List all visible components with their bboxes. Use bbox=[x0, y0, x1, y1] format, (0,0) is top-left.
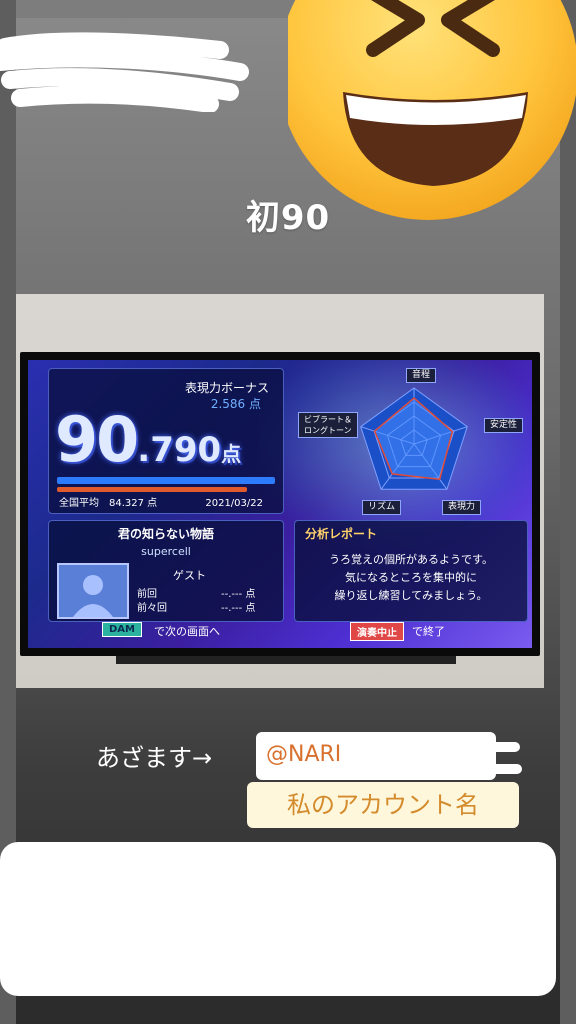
score-decimal: .790 bbox=[137, 430, 222, 470]
score-bar bbox=[57, 477, 275, 484]
thanks-text: あざます→ bbox=[96, 744, 213, 772]
redaction-block-bottom bbox=[0, 842, 556, 996]
stop-button: 演奏中止 bbox=[350, 622, 404, 641]
analysis-report-panel: 分析レポート うろ覚えの個所があるようです。 気になるところを集中的に 繰り返し… bbox=[294, 520, 528, 622]
person-silhouette-icon bbox=[57, 563, 129, 619]
report-title: 分析レポート bbox=[305, 527, 378, 541]
mention-sticker[interactable]: @NARI bbox=[256, 732, 496, 780]
score-panel: 表現力ボーナス 2.586 点 90.790点 全国平均 84.327 点 20… bbox=[48, 368, 284, 514]
mention-handle: @NARI bbox=[266, 742, 342, 767]
report-line-1: うろ覚えの個所があるようです。 bbox=[329, 553, 493, 566]
bonus-label: 表現力ボーナス bbox=[184, 381, 269, 395]
previous2-value: --.--- 点 bbox=[221, 603, 256, 614]
total-score: 90.790点 bbox=[55, 403, 241, 476]
score-unit: 点 bbox=[221, 442, 242, 466]
report-line-2: 気になるところを集中的に bbox=[345, 571, 477, 584]
song-artist: supercell bbox=[141, 545, 191, 558]
player-name: ゲスト bbox=[173, 569, 206, 582]
karaoke-result-screen: 表現力ボーナス 2.586 点 90.790点 全国平均 84.327 点 20… bbox=[28, 360, 532, 648]
tv-photo: 表現力ボーナス 2.586 点 90.790点 全国平均 84.327 点 20… bbox=[16, 294, 544, 688]
date: 2021/03/22 bbox=[205, 498, 263, 509]
tv-bezel: 表現力ボーナス 2.586 点 90.790点 全国平均 84.327 点 20… bbox=[20, 352, 540, 656]
story-caption: 初90 bbox=[245, 198, 331, 238]
account-name-sticker: 私のアカウント名 bbox=[247, 782, 519, 828]
radar-graphic bbox=[360, 387, 468, 490]
radar-label-rhythm: リズム bbox=[362, 500, 402, 515]
report-line-3: 繰り返し練習してみましょう。 bbox=[334, 589, 488, 602]
redaction-mark bbox=[486, 742, 520, 752]
screen-footer: DAM で次の画面へ 演奏中止 で終了 bbox=[28, 620, 532, 641]
average-bar bbox=[57, 487, 247, 492]
redaction-scribble-top bbox=[0, 32, 249, 112]
radar-label-stability: 安定性 bbox=[484, 418, 524, 433]
radar-label-expression: 表現力 bbox=[442, 500, 482, 515]
previous-value: --.--- 点 bbox=[221, 589, 256, 600]
previous2-label: 前々回 bbox=[137, 603, 167, 614]
tv-stand bbox=[116, 656, 456, 664]
radar-label-vibrato: ビブラート＆ ロングトーン bbox=[298, 412, 358, 438]
vibrato-line2: ロングトーン bbox=[304, 426, 352, 435]
radar-label-pitch: 音程 bbox=[406, 368, 437, 383]
redaction-mark-2 bbox=[486, 764, 522, 774]
radar-chart: 音程 安定性 表現力 リズム ビブラート＆ ロングトーン bbox=[296, 368, 532, 518]
song-panel: 君の知らない物語 supercell ゲスト 前回 --.--- 点 前々回 -… bbox=[48, 520, 284, 622]
grinning-squinting-face-icon bbox=[288, 0, 576, 220]
previous-label: 前回 bbox=[137, 589, 157, 600]
dam-button: DAM bbox=[102, 622, 142, 637]
national-average: 全国平均 84.327 点 bbox=[59, 498, 158, 509]
dam-hint: で次の画面へ bbox=[154, 625, 220, 638]
vibrato-line1: ビブラート＆ bbox=[304, 415, 352, 424]
score-integer: 90 bbox=[55, 403, 139, 476]
stop-hint: で終了 bbox=[412, 625, 445, 638]
song-title: 君の知らない物語 bbox=[117, 527, 214, 541]
